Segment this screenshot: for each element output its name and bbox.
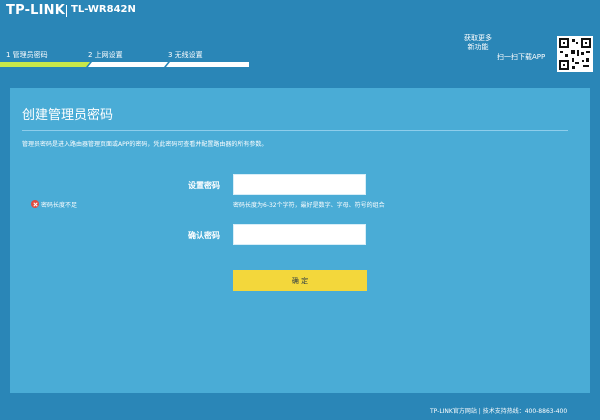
top-bar: TP-LINK TL-WR842N	[0, 0, 600, 28]
step-progress-bar	[88, 62, 168, 67]
confirm-password-input[interactable]	[233, 224, 366, 245]
step-progress-bar	[166, 62, 249, 67]
step-wireless-settings: 3 无线设置	[168, 51, 203, 59]
qr-code-icon	[557, 36, 593, 72]
confirm-button[interactable]: 确 定	[233, 270, 367, 291]
scan-download-app: 扫一扫下载APP	[497, 53, 546, 61]
brand-logo: TP-LINK	[6, 3, 66, 18]
password-label: 设置密码	[188, 181, 220, 190]
page-description: 管理员密码是进入路由器管理页面或APP的密码，凭此密码可查看并配置路由器的所有参…	[22, 141, 268, 148]
get-more-line: 获取更多	[464, 34, 492, 42]
new-features-line: 新功能	[467, 43, 489, 51]
error-message: 密码长度不足	[41, 202, 78, 209]
password-input[interactable]	[233, 174, 366, 195]
step-progress-active	[0, 62, 90, 67]
step-admin-password: 1 管理员密码	[6, 51, 48, 59]
footer-links: TP-LINK官方网站 | 技术支持热线：400-8863-400	[430, 408, 568, 415]
get-more-features: 获取更多 新功能	[458, 34, 498, 52]
confirm-password-label: 确认密码	[188, 231, 220, 240]
page-title: 创建管理员密码	[22, 108, 114, 123]
setup-panel: 创建管理员密码 管理员密码是进入路由器管理页面或APP的密码，凭此密码可查看并配…	[10, 88, 590, 393]
brand-divider	[66, 5, 67, 17]
step-internet-settings: 2 上网设置	[88, 51, 123, 59]
setup-steps: 1 管理员密码 2 上网设置 3 无线设置	[0, 50, 260, 72]
model-name: TL-WR842N	[71, 4, 136, 15]
title-divider	[22, 130, 568, 131]
error-icon	[31, 200, 39, 208]
password-hint: 密码长度为6-32个字符，最好是数字、字母、符号的组合	[233, 202, 385, 209]
